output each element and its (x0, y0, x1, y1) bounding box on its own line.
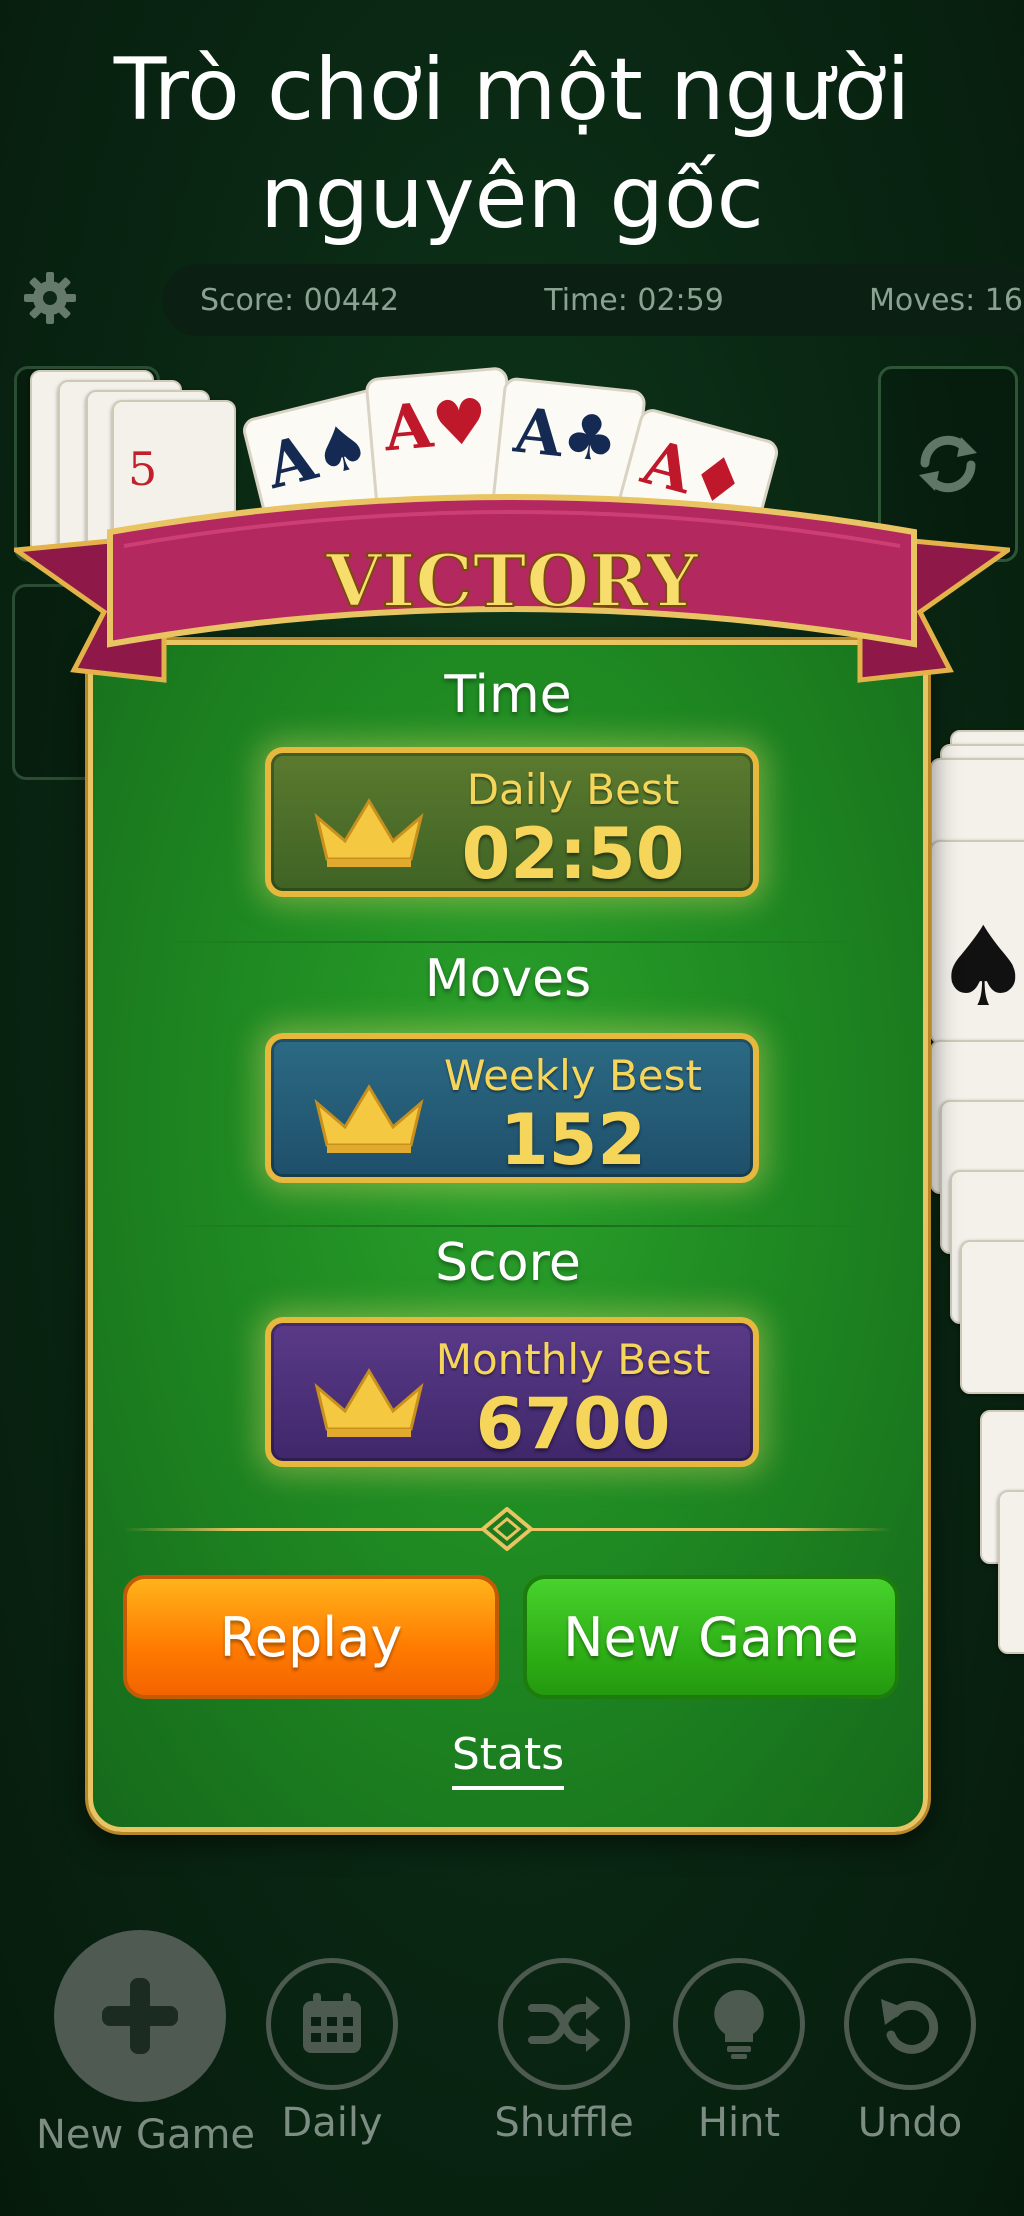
daily-best-value: 02:50 (461, 813, 685, 895)
toolbar-label: New Game (36, 2112, 256, 2158)
tableau-card (998, 1490, 1024, 1654)
score-readout: Score: 00442 (200, 282, 400, 318)
shuffle-circle (498, 1958, 630, 2090)
moves-section-title: Moves (424, 949, 592, 1009)
promo-headline-line2: nguyên gốc (260, 148, 764, 248)
time-readout: Time: 02:59 (544, 282, 724, 318)
daily-best-card: Daily Best 02:50 (265, 747, 759, 897)
shuffle-icon (528, 1996, 600, 2052)
moves-readout: Moves: 163 (869, 282, 1024, 318)
undo-icon (881, 1999, 939, 2054)
toolbar-label: Undo (857, 2100, 963, 2146)
diamond-ornament-icon (481, 1507, 533, 1551)
score-section-title: Score (435, 1233, 581, 1293)
monthly-best-value: 6700 (475, 1383, 671, 1465)
card-rank: A♥ (380, 384, 491, 466)
stats-bar: Score: 00442 Time: 02:59 Moves: 163 (162, 264, 1024, 336)
monthly-best-label: Monthly Best (435, 1335, 711, 1384)
replay-button[interactable]: Replay (123, 1575, 499, 1699)
lightbulb-icon (714, 1989, 764, 2059)
toolbar-undo[interactable]: Undo (840, 1958, 980, 2146)
toolbar-new-game[interactable]: New Game (36, 1930, 256, 2158)
promo-headline: Trò chơi một người nguyên gốc (0, 36, 1024, 252)
calendar-icon (303, 1993, 361, 2053)
spade-icon: ♠ (934, 903, 1024, 1031)
stats-link[interactable]: Stats (93, 1729, 923, 1790)
toolbar-shuffle[interactable]: Shuffle (484, 1958, 644, 2146)
weekly-best-value: 152 (499, 1099, 647, 1181)
undo-circle (844, 1958, 976, 2090)
daily-circle (266, 1958, 398, 2090)
new-game-circle (54, 1930, 226, 2102)
toolbar-label: Daily (281, 2100, 383, 2146)
daily-best-label: Daily Best (466, 765, 680, 814)
section-divider (163, 941, 863, 943)
hint-circle (673, 1958, 805, 2090)
tableau-card: ♠ (930, 840, 1024, 1044)
plus-icon (102, 1978, 178, 2054)
toolbar-daily[interactable]: Daily (258, 1958, 406, 2146)
toolbar-hint[interactable]: Hint (670, 1958, 808, 2146)
victory-title: VICTORY (325, 538, 700, 623)
gear-icon[interactable] (20, 268, 80, 328)
toolbar-label: Shuffle (494, 2100, 634, 2146)
tableau-card (960, 1240, 1024, 1394)
promo-headline-line1: Trò chơi một người (113, 40, 911, 140)
section-divider (163, 1225, 863, 1227)
victory-banner: A♠ A♥ A♣ A♦ VICTORY (14, 367, 1010, 683)
toolbar-label: Hint (697, 2100, 781, 2146)
stats-link-label: Stats (451, 1729, 565, 1790)
card-rank: A♣ (510, 393, 622, 477)
weekly-best-card: Weekly Best 152 (265, 1033, 759, 1183)
new-game-button[interactable]: New Game (523, 1575, 899, 1699)
monthly-best-card: Monthly Best 6700 (265, 1317, 759, 1467)
victory-panel: Time Daily Best 02:50 Moves Weekly Best … (88, 640, 928, 1832)
weekly-best-label: Weekly Best (444, 1051, 702, 1100)
